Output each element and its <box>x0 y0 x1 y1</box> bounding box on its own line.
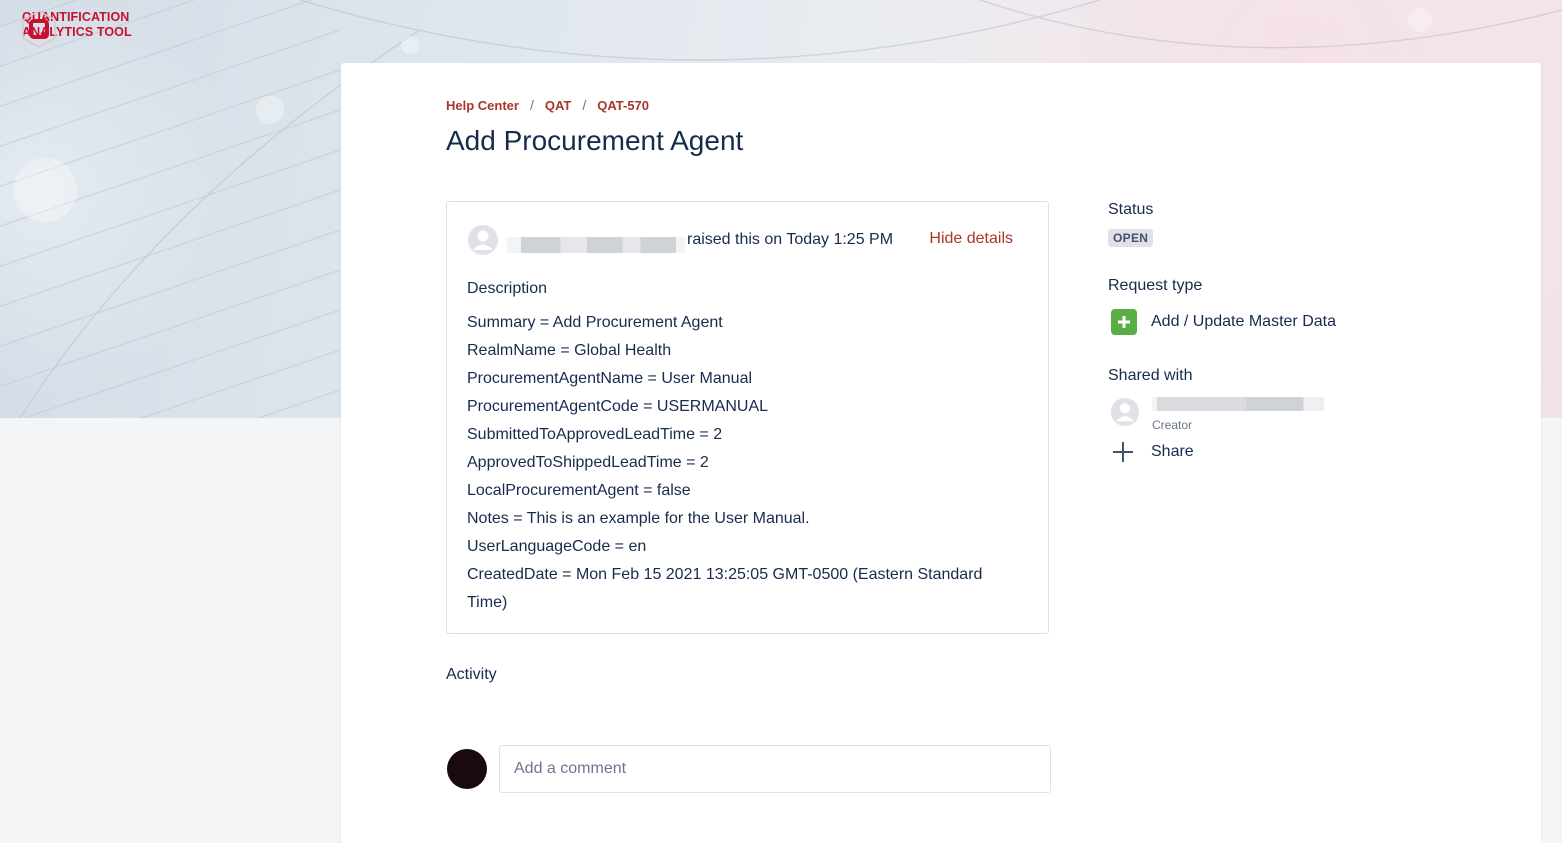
description-line: CreatedDate = Mon Feb 15 2021 13:25:05 G… <box>467 566 983 611</box>
hide-details-link[interactable]: Hide details <box>929 230 1013 248</box>
comment-input[interactable] <box>499 745 1051 793</box>
activity-heading: Activity <box>446 666 497 683</box>
breadcrumb: Help Center / QAT / QAT-570 <box>446 97 649 113</box>
current-user-avatar <box>447 749 487 789</box>
page-title: Add Procurement Agent <box>446 125 744 156</box>
shared-with-label: Shared with <box>1108 367 1193 384</box>
request-card: Help Center / QAT / QAT-570 Add Procurem… <box>341 63 1541 843</box>
user-avatar-icon <box>468 225 498 255</box>
reporter-name-redacted <box>507 237 685 253</box>
status-badge: OPEN <box>1108 229 1154 247</box>
raised-by-row: raised this on Today 1:25 PM Hide detail… <box>467 224 1027 256</box>
breadcrumb-separator: / <box>582 97 587 113</box>
request-type-label: Request type <box>1108 277 1203 294</box>
request-details-panel: raised this on Today 1:25 PM Hide detail… <box>446 201 1049 634</box>
description-line: LocalProcurementAgent = false <box>467 482 691 499</box>
request-type-value: Add / Update Master Data <box>1151 313 1336 330</box>
description-line: UserLanguageCode = en <box>467 538 647 555</box>
description-line: ProcurementAgentName = User Manual <box>467 370 753 387</box>
breadcrumb-separator: / <box>529 97 534 113</box>
user-avatar-icon <box>1110 397 1140 427</box>
description-line: ProcurementAgentCode = USERMANUAL <box>467 398 769 415</box>
plus-icon <box>1113 442 1133 462</box>
description-line: ApprovedToShippedLeadTime = 2 <box>467 454 709 471</box>
shared-user: Creator <box>1110 397 1428 432</box>
comment-row <box>447 745 1051 793</box>
creator-label: Creator <box>1152 418 1193 432</box>
request-sidebar: Status OPEN Request type Add / Update Ma… <box>1108 201 1428 464</box>
breadcrumb-issue-key[interactable]: QAT-570 <box>597 98 649 113</box>
description-line: Notes = This is an example for the User … <box>467 510 810 527</box>
request-type: Add / Update Master Data <box>1111 309 1428 335</box>
description-line: Summary = Add Procurement Agent <box>467 314 723 331</box>
share-button[interactable]: Share <box>1111 440 1428 464</box>
qat-logo-icon <box>22 10 56 48</box>
description-body: Summary = Add Procurement Agent RealmNam… <box>467 309 1012 617</box>
plus-icon <box>1111 309 1137 335</box>
shared-user-info: Creator <box>1152 397 1324 432</box>
description-line: RealmName = Global Health <box>467 342 672 359</box>
description-line: SubmittedToApprovedLeadTime = 2 <box>467 426 723 443</box>
breadcrumb-help-center[interactable]: Help Center <box>446 98 519 113</box>
raised-info: raised this on Today 1:25 PM <box>687 231 894 248</box>
breadcrumb-qat[interactable]: QAT <box>545 98 571 113</box>
brand-logo[interactable]: QUANTIFICATION ANALYTICS TOOL <box>22 10 132 48</box>
status-label: Status <box>1108 201 1154 218</box>
description-label: Description <box>467 280 548 297</box>
share-label: Share <box>1151 443 1194 460</box>
shared-user-name-redacted <box>1152 397 1324 411</box>
